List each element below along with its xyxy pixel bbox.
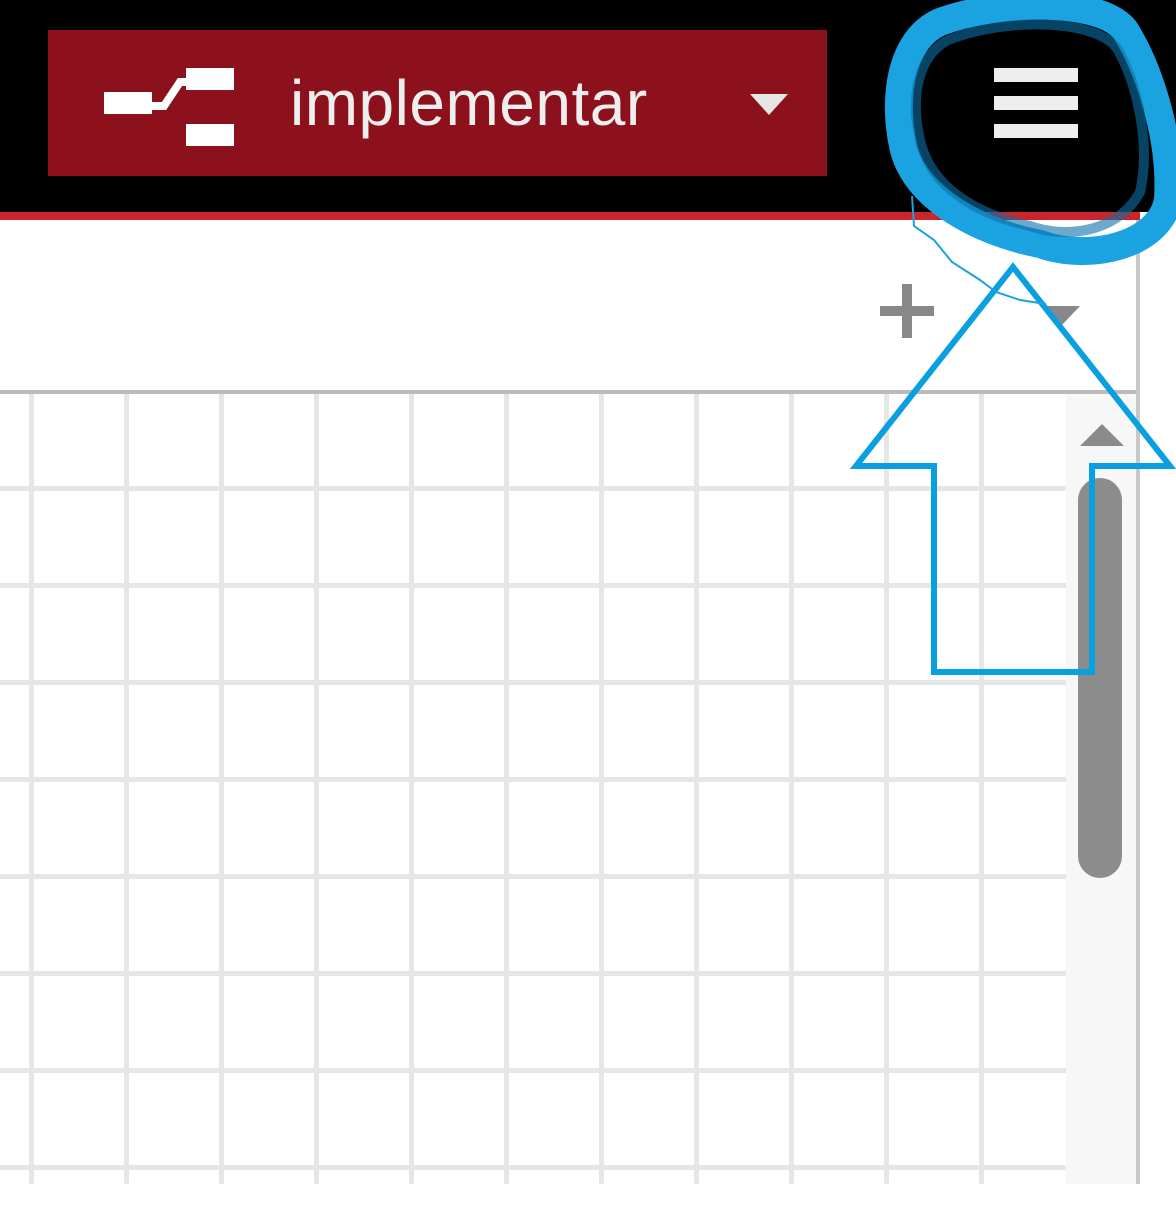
flow-workspace-canvas[interactable]: [0, 394, 1066, 1184]
deploy-button[interactable]: implementar: [48, 30, 827, 176]
workspace-tab-bar: [0, 220, 1138, 394]
caret-up-icon[interactable]: [1080, 424, 1124, 446]
hamburger-menu-icon: [994, 68, 1078, 82]
hamburger-menu-icon-bar: [994, 96, 1078, 110]
header-accent-line: [0, 212, 1140, 220]
sidebar-divider[interactable]: [1136, 220, 1140, 1184]
caret-down-icon[interactable]: [750, 94, 788, 115]
deploy-button-label: implementar: [290, 67, 648, 139]
scrollbar-thumb[interactable]: [1078, 478, 1122, 878]
hamburger-menu-button[interactable]: [960, 42, 1110, 162]
plus-icon[interactable]: [880, 284, 934, 338]
hamburger-menu-icon-bar: [994, 124, 1078, 138]
flow-deploy-icon: [104, 68, 234, 146]
tab-list-caret-down-icon[interactable]: [1042, 306, 1080, 326]
